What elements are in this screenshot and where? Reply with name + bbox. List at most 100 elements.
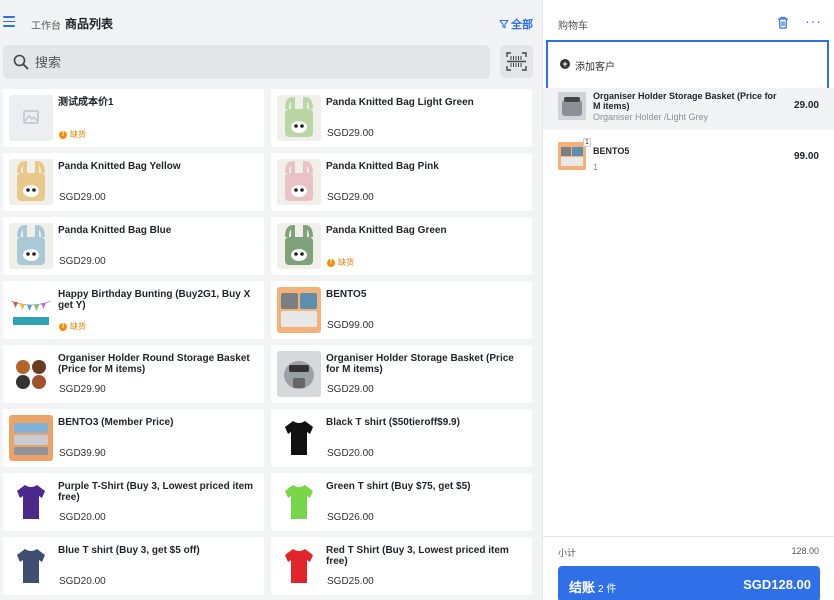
product-price: SGD20.00 [59, 576, 106, 587]
checkout-label-group: 结账 2 件 [569, 577, 616, 596]
checkout-label: 结账 [569, 580, 596, 595]
product-card[interactable]: Purple T-Shirt (Buy 3, Lowest priced ite… [3, 473, 264, 531]
product-price: SGD29.00 [327, 128, 374, 139]
product-price: SGD25.00 [327, 576, 374, 587]
product-name: Green T shirt (Buy $75, get $5) [326, 481, 471, 492]
cart-item-qty-badge: 1 [583, 138, 591, 147]
more-options-icon[interactable]: ··· [805, 13, 822, 29]
search-icon [13, 54, 29, 70]
out-of-stock-badge: ! 缺货 [59, 129, 86, 140]
product-panel: 工作台 商品列表 全部 测试成本价1!缺货Panda Knitted Bag L… [0, 0, 542, 600]
subtotal-label: 小计 [558, 548, 577, 558]
cart-item-name: BENTO5 [593, 146, 630, 156]
product-card[interactable]: Panda Knitted Bag Light Green SGD29.00 [271, 89, 532, 147]
out-of-stock-badge: ! 缺货 [59, 321, 86, 332]
out-of-stock-label: 缺货 [338, 258, 354, 267]
product-name: Panda Knitted Bag Pink [326, 161, 439, 172]
product-card[interactable]: Panda Knitted Bag Yellow SGD29.00 [3, 153, 264, 211]
out-of-stock-label: 缺货 [70, 322, 86, 331]
product-price: SGD29.00 [59, 256, 106, 267]
product-thumbnail [9, 95, 53, 141]
filter-button[interactable]: 全部 [499, 16, 533, 32]
product-name: 测试成本价1 [58, 97, 114, 108]
product-price: SGD26.00 [327, 512, 374, 523]
product-card[interactable]: BENTO3 (Member Price) SGD39.90 [3, 409, 264, 467]
subtotal-row: 小计 128.00 [543, 536, 834, 566]
filter-icon [499, 19, 509, 29]
product-name: BENTO5 [326, 289, 367, 300]
product-price: SGD20.00 [327, 448, 374, 459]
product-name: Blue T shirt (Buy 3, get $5 off) [58, 545, 200, 556]
product-name: Organiser Holder Storage Basket (Price f… [326, 353, 514, 375]
search-input[interactable] [35, 52, 475, 72]
cart-panel: 购物车 ··· + 添加客户 Organiser Holder Storage … [542, 0, 834, 600]
product-card[interactable]: 测试成本价1! 缺货 [3, 89, 264, 147]
cart-item[interactable]: Organiser Holder Storage Basket (Price f… [543, 88, 834, 130]
cart-item-variant: Organiser Holder /Light Grey [593, 112, 709, 122]
product-name: Organiser Holder Round Storage Basket (P… [58, 353, 250, 375]
cart-item-price: 29.00 [793, 100, 819, 111]
product-price: SGD99.00 [327, 320, 374, 331]
add-customer-button[interactable]: + 添加客户 [546, 40, 829, 90]
product-thumbnail [277, 159, 321, 205]
product-thumbnail [277, 287, 321, 333]
product-card[interactable]: Green T shirt (Buy $75, get $5) SGD26.00 [271, 473, 532, 531]
scan-button[interactable] [500, 45, 533, 78]
cart-item[interactable]: 1 BENTO5 1 99.00 [543, 136, 834, 176]
menu-icon[interactable] [3, 16, 15, 27]
product-thumbnail [277, 351, 321, 397]
product-thumbnail [277, 415, 321, 461]
cart-item-name: Organiser Holder Storage Basket (Price f… [593, 91, 777, 111]
product-name: Happy Birthday Bunting (Buy2G1, Buy X ge… [58, 289, 251, 311]
product-card[interactable]: Organiser Holder Round Storage Basket (P… [3, 345, 264, 403]
product-thumbnail [9, 479, 53, 525]
out-of-stock-badge: ! 缺货 [327, 257, 354, 268]
product-thumbnail [277, 543, 321, 589]
cart-title: 购物车 [558, 21, 588, 32]
product-thumbnail [9, 159, 53, 205]
product-card[interactable]: Black T shirt ($50tieroff$9.9) SGD20.00 [271, 409, 532, 467]
product-thumbnail [277, 223, 321, 269]
product-thumbnail [277, 479, 321, 525]
product-price: SGD20.00 [59, 512, 106, 523]
warning-icon: ! [59, 130, 67, 139]
product-card[interactable]: Happy Birthday Bunting (Buy2G1, Buy X ge… [3, 281, 264, 339]
barcode-scan-icon [506, 52, 527, 71]
product-name: Panda Knitted Bag Green [326, 225, 447, 236]
product-thumbnail [9, 543, 53, 589]
page-title: 商品列表 [65, 17, 114, 31]
product-name: Panda Knitted Bag Yellow [58, 161, 181, 172]
subtotal-value: 128.00 [791, 546, 819, 556]
product-card[interactable]: Panda Knitted Bag Pink SGD29.00 [271, 153, 532, 211]
product-name: BENTO3 (Member Price) [58, 417, 174, 428]
product-name: Panda Knitted Bag Blue [58, 225, 172, 236]
trash-icon[interactable] [777, 16, 789, 29]
add-customer-label: 添加客户 [575, 62, 615, 73]
product-card[interactable]: Organiser Holder Storage Basket (Price f… [271, 345, 532, 403]
cart-item-price: 99.00 [793, 151, 819, 162]
search-bar[interactable] [3, 45, 490, 79]
product-thumbnail [9, 351, 53, 397]
product-card[interactable]: Panda Knitted Bag Blue SGD29.00 [3, 217, 264, 275]
product-name: Red T Shirt (Buy 3, Lowest priced item f… [326, 545, 509, 567]
warning-icon: ! [59, 322, 67, 331]
product-price: SGD29.00 [327, 192, 374, 203]
checkout-count: 2 件 [598, 584, 617, 595]
add-circle-icon: + [560, 59, 570, 69]
product-name: Purple T-Shirt (Buy 3, Lowest priced ite… [58, 481, 254, 503]
product-card[interactable]: BENTO5 SGD99.00 [271, 281, 532, 339]
filter-label: 全部 [511, 19, 533, 31]
checkout-amount: SGD128.00 [743, 577, 811, 592]
breadcrumb[interactable]: 工作台 [31, 17, 61, 32]
checkout-button[interactable]: 结账 2 件 SGD128.00 [558, 566, 820, 600]
product-thumbnail [9, 287, 53, 333]
cart-item-variant: 1 [593, 162, 599, 172]
product-card[interactable]: Red T Shirt (Buy 3, Lowest priced item f… [271, 537, 532, 595]
out-of-stock-label: 缺货 [70, 130, 86, 139]
product-card[interactable]: Blue T shirt (Buy 3, get $5 off) SGD20.00 [3, 537, 264, 595]
warning-icon: ! [327, 258, 335, 267]
product-card[interactable]: Panda Knitted Bag Green! 缺货 [271, 217, 532, 275]
product-price: SGD29.00 [327, 384, 374, 395]
product-price: SGD29.00 [59, 192, 106, 203]
product-thumbnail [9, 415, 53, 461]
